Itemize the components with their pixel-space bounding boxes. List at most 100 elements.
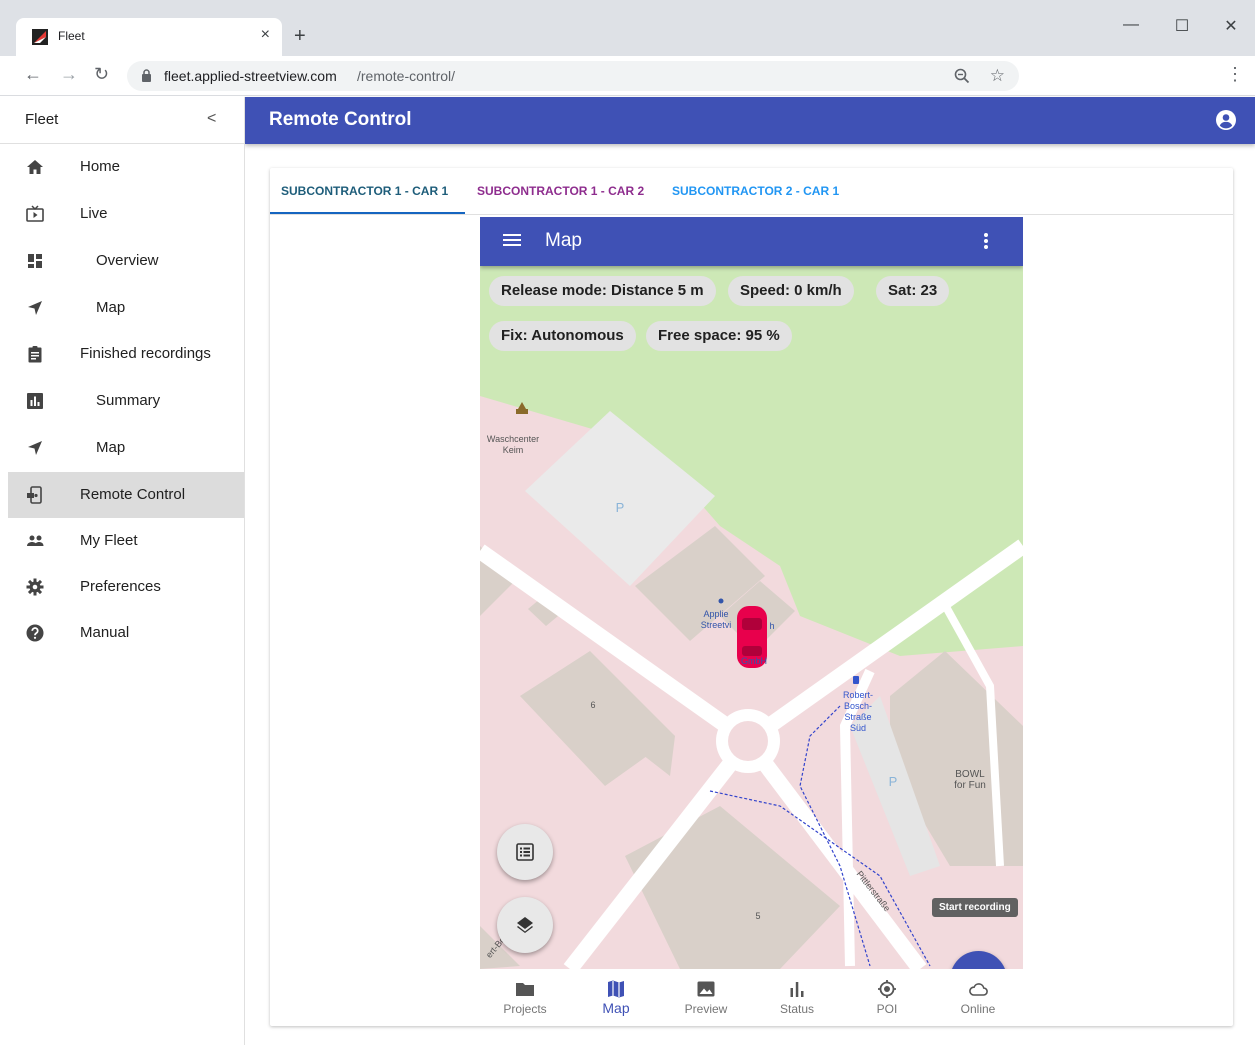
- list-button[interactable]: [497, 824, 553, 880]
- parking-label: P: [615, 500, 625, 515]
- account-icon[interactable]: [1215, 109, 1237, 131]
- speed-chip: Speed: 0 km/h: [728, 276, 854, 306]
- address-bar[interactable]: fleet.applied-streetview.com /remote-con…: [127, 61, 1019, 91]
- browser-menu-icon[interactable]: ⋮: [1226, 64, 1244, 85]
- dashboard-icon: [28, 254, 42, 268]
- map-canvas: [480, 266, 1023, 969]
- more-vert-icon[interactable]: [983, 232, 989, 250]
- tab-subcontractor-2-car-1[interactable]: SUBCONTRACTOR 2 - CAR 1: [672, 184, 839, 198]
- sidebar-item-label: Home: [80, 158, 121, 175]
- sidebar-item-label: Summary: [96, 392, 161, 409]
- sidebar-item-label: Preferences: [80, 578, 161, 595]
- sidebar-item-label: Live: [80, 205, 108, 222]
- tab-subcontractor-1-car-2[interactable]: SUBCONTRACTOR 1 - CAR 2: [477, 184, 644, 198]
- target-icon: [878, 980, 896, 998]
- map-label-bowl: BOWL for Fun: [954, 769, 986, 791]
- bottom-nav-online[interactable]: Online: [938, 969, 1018, 1026]
- sidebar-item-label: Remote Control: [80, 486, 186, 503]
- active-tab-indicator: [270, 212, 465, 214]
- forward-icon[interactable]: →: [60, 64, 78, 84]
- clipboard-icon: [28, 346, 42, 363]
- bottom-nav-label: Online: [960, 1002, 996, 1016]
- map-label-6: 6: [590, 700, 596, 710]
- sidebar-item-my-fleet[interactable]: My Fleet: [8, 518, 244, 564]
- sidebar: Fleet < Home Live Overview Map Finished …: [0, 97, 245, 1045]
- people-icon: [27, 535, 44, 546]
- navigation-icon: [28, 441, 42, 455]
- phone-appbar: Map: [480, 217, 1023, 266]
- parking-label: P: [888, 774, 898, 789]
- bottom-navigation: Projects Map Preview Status POI Online: [480, 969, 1023, 1026]
- sidebar-item-finished-recordings[interactable]: Finished recordings: [8, 331, 244, 377]
- help-icon: [26, 624, 44, 642]
- minimize-button[interactable]: —: [1121, 16, 1141, 34]
- bar-chart-icon: [27, 393, 43, 409]
- sidebar-item-live[interactable]: Live: [8, 191, 244, 237]
- list-icon: [516, 843, 534, 861]
- fix-chip: Fix: Autonomous: [489, 321, 636, 351]
- map-view[interactable]: Release mode: Distance 5 m Speed: 0 km/h…: [480, 266, 1023, 1008]
- tab-subcontractor-1-car-1[interactable]: SUBCONTRACTOR 1 - CAR 1: [281, 184, 448, 198]
- sidebar-item-label: Map: [96, 299, 126, 316]
- bottom-nav-projects[interactable]: Projects: [485, 969, 565, 1026]
- free-space-chip: Free space: 95 %: [646, 321, 792, 351]
- browser-tabstrip: Fleet × + — ☐ ✕: [0, 0, 1255, 56]
- bar-chart-icon: [790, 982, 804, 997]
- map-label-5: 5: [755, 911, 761, 921]
- app-header: Remote Control: [245, 97, 1255, 144]
- map-label-bus-stop: Robert- Bosch- Straße Süd: [842, 690, 873, 733]
- roundabout-center: [728, 721, 768, 761]
- vehicle-tabs: SUBCONTRACTOR 1 - CAR 1 SUBCONTRACTOR 1 …: [270, 168, 1233, 215]
- collapse-sidebar-icon[interactable]: <: [207, 110, 216, 128]
- tab-close-icon[interactable]: ×: [261, 26, 270, 44]
- bottom-nav-map[interactable]: Map: [576, 969, 656, 1026]
- bottom-nav-label: Preview: [684, 1002, 728, 1016]
- sidebar-item-live-map[interactable]: Map: [8, 285, 244, 331]
- map-icon: [608, 980, 624, 998]
- maximize-button[interactable]: ☐: [1172, 16, 1192, 36]
- bottom-nav-label: Status: [779, 1002, 815, 1016]
- map-label-waschcenter: Waschcenter Keim: [486, 434, 540, 455]
- sidebar-title: Fleet: [25, 111, 59, 128]
- sidebar-item-recordings-map[interactable]: Map: [8, 425, 244, 471]
- reload-icon[interactable]: ↻: [94, 64, 109, 84]
- sidebar-item-label: Finished recordings: [80, 345, 211, 362]
- browser-tab[interactable]: Fleet ×: [16, 18, 282, 56]
- start-recording-tooltip: Start recording: [932, 898, 1018, 917]
- tab-title: Fleet: [58, 29, 85, 43]
- gear-icon: [26, 578, 44, 596]
- poi-dot: [718, 598, 724, 604]
- navigation-icon: [28, 301, 42, 315]
- bottom-nav-label: POI: [876, 1002, 898, 1016]
- layers-icon: [517, 917, 533, 933]
- sidebar-item-label: Manual: [80, 624, 130, 641]
- new-tab-button[interactable]: +: [294, 26, 306, 46]
- satellite-chip: Sat: 23: [876, 276, 950, 306]
- zoom-out-icon[interactable]: [953, 67, 971, 85]
- cloud-icon: [969, 983, 988, 996]
- bottom-nav-status[interactable]: Status: [757, 969, 837, 1026]
- bookmark-star-icon[interactable]: ☆: [990, 66, 1005, 86]
- browser-toolbar: ← → ↻ fleet.applied-streetview.com /remo…: [0, 56, 1255, 96]
- sidebar-header: Fleet <: [0, 97, 244, 144]
- sidebar-item-summary[interactable]: Summary: [8, 378, 244, 424]
- bottom-nav-label: Projects: [503, 1002, 547, 1016]
- back-icon[interactable]: ←: [24, 64, 42, 84]
- sidebar-item-home[interactable]: Home: [8, 144, 244, 190]
- sidebar-item-remote-control[interactable]: Remote Control: [8, 472, 244, 518]
- sidebar-item-overview[interactable]: Overview: [8, 238, 244, 284]
- layers-button[interactable]: [497, 897, 553, 953]
- release-mode-chip: Release mode: Distance 5 m: [489, 276, 716, 306]
- sidebar-item-label: Map: [96, 439, 126, 456]
- sidebar-item-label: My Fleet: [80, 532, 138, 549]
- bottom-nav-poi[interactable]: POI: [847, 969, 927, 1026]
- hamburger-menu-icon[interactable]: [502, 230, 522, 250]
- url-host: fleet.applied-streetview.com: [164, 68, 337, 84]
- close-window-button[interactable]: ✕: [1221, 16, 1241, 36]
- bottom-nav-label: Map: [602, 1000, 630, 1016]
- home-icon: [27, 160, 43, 174]
- sidebar-item-preferences[interactable]: Preferences: [8, 564, 244, 610]
- bottom-nav-preview[interactable]: Preview: [666, 969, 746, 1026]
- map-label-gmbh: GmbH: [740, 656, 767, 666]
- sidebar-item-manual[interactable]: Manual: [8, 610, 244, 656]
